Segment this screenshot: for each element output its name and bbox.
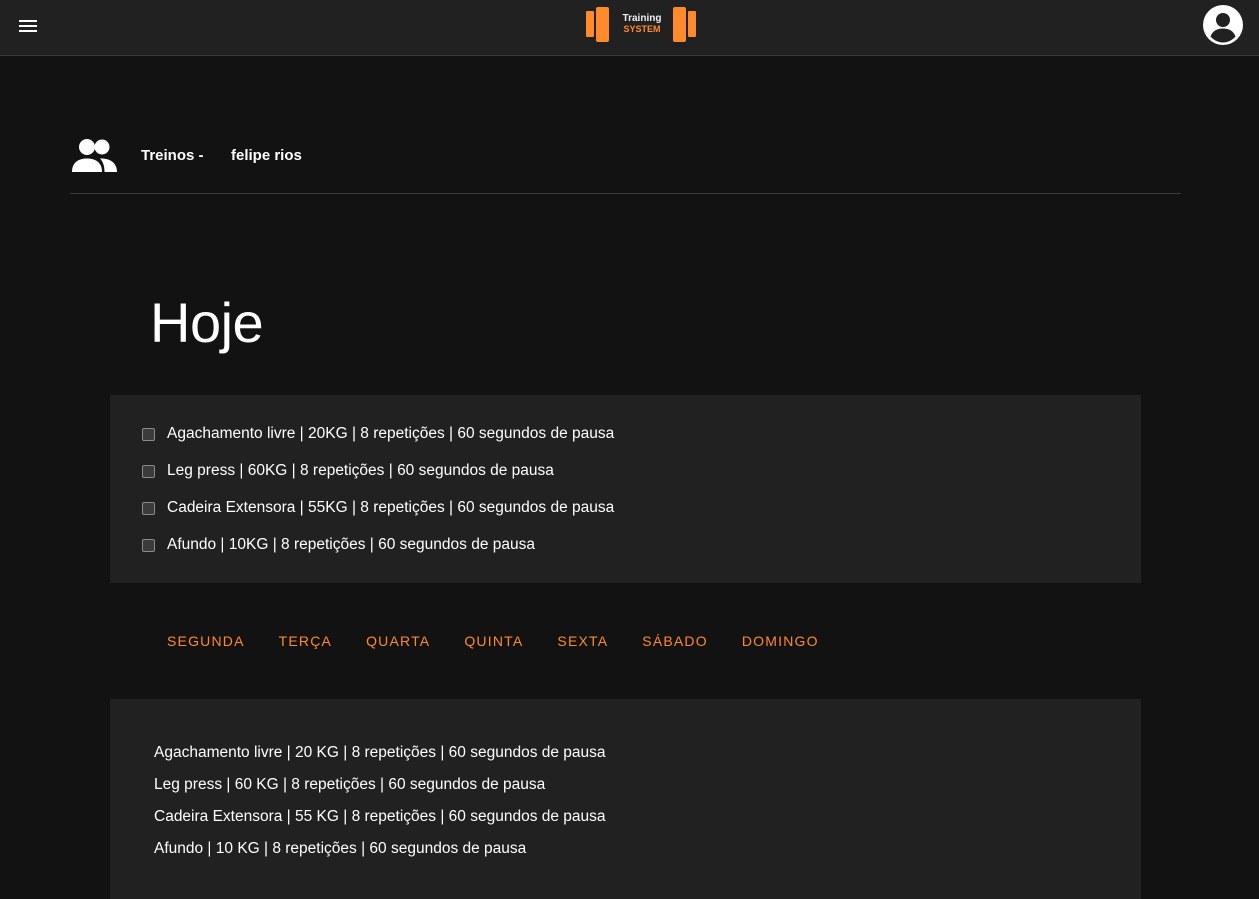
app-logo[interactable]: Training SYSTEM <box>585 6 699 44</box>
users-icon <box>72 138 118 174</box>
page-title: Treinos - <box>141 147 204 164</box>
today-heading: Hoje <box>150 291 264 354</box>
exercise-checkbox-row[interactable]: Afundo | 10KG | 8 repetições | 60 segund… <box>142 534 535 556</box>
account-circle-icon[interactable] <box>1202 4 1244 46</box>
plan-item: Agachamento livre | 20 KG | 8 repetições… <box>154 744 606 761</box>
checkbox[interactable] <box>142 501 155 515</box>
tab-quinta[interactable]: QUINTA <box>447 622 540 660</box>
exercise-checkbox-row[interactable]: Agachamento livre | 20KG | 8 repetições … <box>142 423 614 445</box>
exercise-checkbox-row[interactable]: Cadeira Extensora | 55KG | 8 repetições … <box>142 497 614 519</box>
exercise-label: Leg press | 60KG | 8 repetições | 60 seg… <box>167 462 554 479</box>
exercise-label: Cadeira Extensora | 55KG | 8 repetições … <box>167 499 615 516</box>
app-bar: Training SYSTEM <box>0 0 1259 56</box>
plan-item: Leg press | 60 KG | 8 repetições | 60 se… <box>154 776 546 793</box>
tab-sexta[interactable]: SEXTA <box>540 622 625 660</box>
weekday-tabs: SEGUNDA TERÇA QUARTA QUINTA SEXTA SÁBADO… <box>150 622 836 660</box>
logo-subtitle: SYSTEM <box>623 24 661 34</box>
exercise-checkbox-row[interactable]: Leg press | 60KG | 8 repetições | 60 seg… <box>142 460 554 482</box>
checkbox[interactable] <box>142 538 155 552</box>
tab-sabado[interactable]: SÁBADO <box>625 622 725 660</box>
today-exercises-card: Agachamento livre | 20KG | 8 repetições … <box>110 395 1141 583</box>
logo-text: Training SYSTEM <box>618 13 666 35</box>
page-header: Treinos - felipe rios <box>70 120 1181 194</box>
tab-domingo[interactable]: DOMINGO <box>725 622 836 660</box>
plan-item: Afundo | 10 KG | 8 repetições | 60 segun… <box>154 840 527 857</box>
checkbox[interactable] <box>142 464 155 478</box>
tab-segunda[interactable]: SEGUNDA <box>150 622 262 660</box>
weekday-plan-card: Agachamento livre | 20 KG | 8 repetições… <box>110 699 1141 899</box>
exercise-label: Afundo | 10KG | 8 repetições | 60 segund… <box>167 536 535 553</box>
user-name: felipe rios <box>231 147 302 164</box>
logo-title: Training <box>622 13 662 24</box>
tab-quarta[interactable]: QUARTA <box>349 622 447 660</box>
checkbox[interactable] <box>142 427 155 441</box>
exercise-label: Agachamento livre | 20KG | 8 repetições … <box>167 425 615 442</box>
plan-item: Cadeira Extensora | 55 KG | 8 repetições… <box>154 808 606 825</box>
tab-terca[interactable]: TERÇA <box>262 622 349 660</box>
menu-icon[interactable] <box>16 14 40 38</box>
